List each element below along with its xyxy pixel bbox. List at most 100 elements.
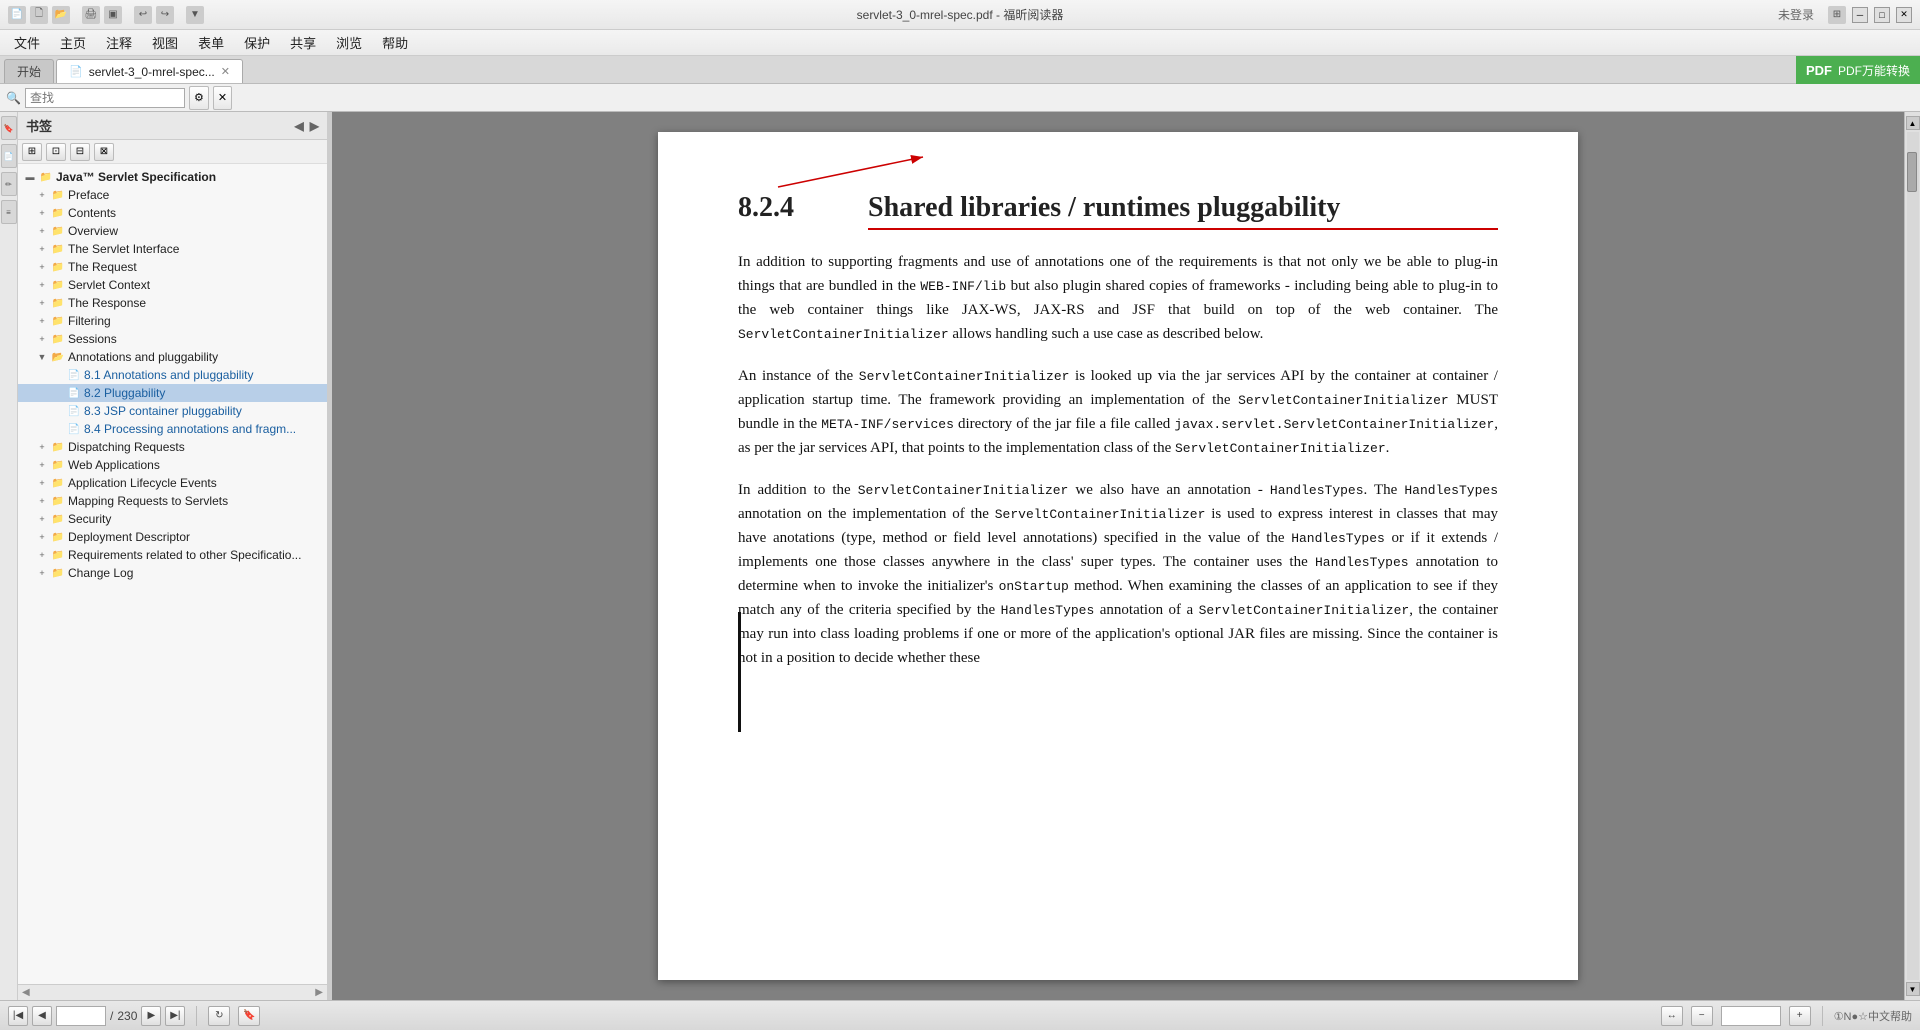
- tree-the-request[interactable]: + 📁 The Request: [18, 258, 327, 276]
- pdf-convert-button[interactable]: PDF PDF万能转换: [1796, 56, 1920, 84]
- first-page-button[interactable]: |◀: [8, 1006, 28, 1026]
- tree-contents[interactable]: + 📁 Contents: [18, 204, 327, 222]
- expand-icon: +: [34, 190, 50, 200]
- zoom-out-button[interactable]: −: [1691, 1006, 1713, 1026]
- search-settings-btn[interactable]: ⚙: [189, 86, 209, 110]
- search-icon: 🔍: [6, 91, 21, 105]
- tree-overview[interactable]: + 📁 Overview: [18, 222, 327, 240]
- sidebar-tool-2[interactable]: ⊡: [46, 143, 66, 161]
- pages-panel-btn[interactable]: 📄: [1, 144, 17, 168]
- close-button[interactable]: ✕: [1896, 7, 1912, 23]
- tree-annotations[interactable]: ▼ 📂 Annotations and pluggability: [18, 348, 327, 366]
- annot-panel-btn[interactable]: ✏: [1, 172, 17, 196]
- sidebar-tool-1[interactable]: ⊞: [22, 143, 42, 161]
- menu-protect[interactable]: 保护: [234, 30, 280, 55]
- menu-share[interactable]: 共享: [280, 30, 326, 55]
- menu-file[interactable]: 文件: [4, 30, 50, 55]
- tree-label: Web Applications: [68, 458, 160, 472]
- print-icon[interactable]: 🖨: [82, 6, 100, 24]
- sidebar-tool-4[interactable]: ⊠: [94, 143, 114, 161]
- tree-servlet-interface[interactable]: + 📁 The Servlet Interface: [18, 240, 327, 258]
- bookmark-panel-btn[interactable]: 🔖: [1, 116, 17, 140]
- tree-label: Sessions: [68, 332, 117, 346]
- tree-sessions[interactable]: + 📁 Sessions: [18, 330, 327, 348]
- minimize-button[interactable]: ─: [1852, 7, 1868, 23]
- layers-panel-btn[interactable]: ≡: [1, 200, 17, 224]
- code-sci-3: ServletContainerInitializer: [1238, 393, 1449, 408]
- scroll-down-button[interactable]: ▼: [1906, 982, 1920, 996]
- preview-icon[interactable]: ▣: [104, 6, 122, 24]
- tab-pdf[interactable]: 📄 servlet-3_0-mrel-spec... ✕: [56, 59, 243, 83]
- new-icon[interactable]: 🗋: [30, 6, 48, 24]
- pdf-content-area[interactable]: 8.2.4 Shared libraries / runtimes plugga…: [332, 112, 1904, 1000]
- undo-icon[interactable]: ↩: [134, 6, 152, 24]
- pdf-convert-label: PDF万能转换: [1838, 62, 1910, 79]
- folder-icon: 📁: [38, 170, 54, 184]
- tree-preface[interactable]: + 📁 Preface: [18, 186, 327, 204]
- tree-the-response[interactable]: + 📁 The Response: [18, 294, 327, 312]
- panel-expand-icon[interactable]: ◀: [295, 119, 304, 133]
- scroll-up-button[interactable]: ▲: [1906, 116, 1920, 130]
- fit-width-button[interactable]: ↔: [1661, 1006, 1683, 1026]
- rotate-page-button[interactable]: ↻: [208, 1006, 230, 1026]
- tree-mapping[interactable]: + 📁 Mapping Requests to Servlets: [18, 492, 327, 510]
- expand-icon: +: [34, 208, 50, 218]
- resize-left-icon[interactable]: ◀: [22, 987, 30, 998]
- expand-icon: +: [34, 478, 50, 488]
- expand-spacer: [50, 388, 66, 398]
- menu-annotate[interactable]: 注释: [96, 30, 142, 55]
- bookmark-tree: ▬ 📁 Java™ Servlet Specification + 📁 Pref…: [18, 164, 327, 984]
- menu-help[interactable]: 帮助: [372, 30, 418, 55]
- zoom-in-button[interactable]: +: [1789, 1006, 1811, 1026]
- next-page-button[interactable]: ▶: [141, 1006, 161, 1026]
- status-separator-2: [1822, 1006, 1823, 1026]
- maximize-button[interactable]: □: [1874, 7, 1890, 23]
- menu-home[interactable]: 主页: [50, 30, 96, 55]
- menu-form[interactable]: 表单: [188, 30, 234, 55]
- tree-root[interactable]: ▬ 📁 Java™ Servlet Specification: [18, 168, 327, 186]
- tab-start-label: 开始: [17, 63, 41, 80]
- prev-page-button[interactable]: ◀: [32, 1006, 52, 1026]
- tree-8-1[interactable]: 📄 8.1 Annotations and pluggability: [18, 366, 327, 384]
- tree-label: Overview: [68, 224, 118, 238]
- tab-close-icon[interactable]: ✕: [221, 65, 230, 78]
- tree-changelog[interactable]: + 📁 Change Log: [18, 564, 327, 582]
- search-close-btn[interactable]: ✕: [213, 86, 232, 110]
- sidebar-title: 书签: [26, 116, 52, 135]
- redo-icon[interactable]: ↪: [156, 6, 174, 24]
- tree-8-2[interactable]: 📄 8.2 Pluggability: [18, 384, 327, 402]
- app-icon: 📄: [8, 6, 26, 24]
- menu-view[interactable]: 视图: [142, 30, 188, 55]
- scroll-track[interactable]: [1907, 132, 1919, 980]
- open-icon[interactable]: 📂: [52, 6, 70, 24]
- customize-icon[interactable]: ▼: [186, 6, 204, 24]
- tree-servlet-context[interactable]: + 📁 Servlet Context: [18, 276, 327, 294]
- scroll-thumb[interactable]: [1907, 152, 1917, 192]
- tree-filtering[interactable]: + 📁 Filtering: [18, 312, 327, 330]
- last-page-button[interactable]: ▶|: [165, 1006, 185, 1026]
- panel-collapse-icon[interactable]: ▶: [310, 119, 319, 133]
- tab-start[interactable]: 开始: [4, 59, 54, 83]
- bookmark-add-button[interactable]: 🔖: [238, 1006, 260, 1026]
- expand-icon: +: [34, 298, 50, 308]
- vertical-scrollbar[interactable]: ▲ ▼: [1904, 112, 1920, 1000]
- sidebar-tool-3[interactable]: ⊟: [70, 143, 90, 161]
- tree-8-3[interactable]: 📄 8.3 JSP container pluggability: [18, 402, 327, 420]
- tree-web-apps[interactable]: + 📁 Web Applications: [18, 456, 327, 474]
- window-controls: 未登录 ⊞ ─ □ ✕: [1778, 6, 1912, 24]
- search-input[interactable]: [25, 88, 185, 108]
- tree-8-4[interactable]: 📄 8.4 Processing annotations and fragm..…: [18, 420, 327, 438]
- current-page-input[interactable]: 107: [56, 1006, 106, 1026]
- tree-label: Annotations and pluggability: [68, 350, 218, 364]
- tree-security[interactable]: + 📁 Security: [18, 510, 327, 528]
- grid-icon[interactable]: ⊞: [1828, 6, 1846, 24]
- menu-browse[interactable]: 浏览: [326, 30, 372, 55]
- login-status[interactable]: 未登录: [1778, 6, 1814, 23]
- zoom-level-input[interactable]: 206.81%: [1721, 1006, 1781, 1026]
- tree-deployment[interactable]: + 📁 Deployment Descriptor: [18, 528, 327, 546]
- tree-dispatching[interactable]: + 📁 Dispatching Requests: [18, 438, 327, 456]
- folder-icon: 📁: [50, 440, 66, 454]
- tree-requirements[interactable]: + 📁 Requirements related to other Specif…: [18, 546, 327, 564]
- resize-right-icon[interactable]: ▶: [315, 987, 323, 998]
- tree-lifecycle[interactable]: + 📁 Application Lifecycle Events: [18, 474, 327, 492]
